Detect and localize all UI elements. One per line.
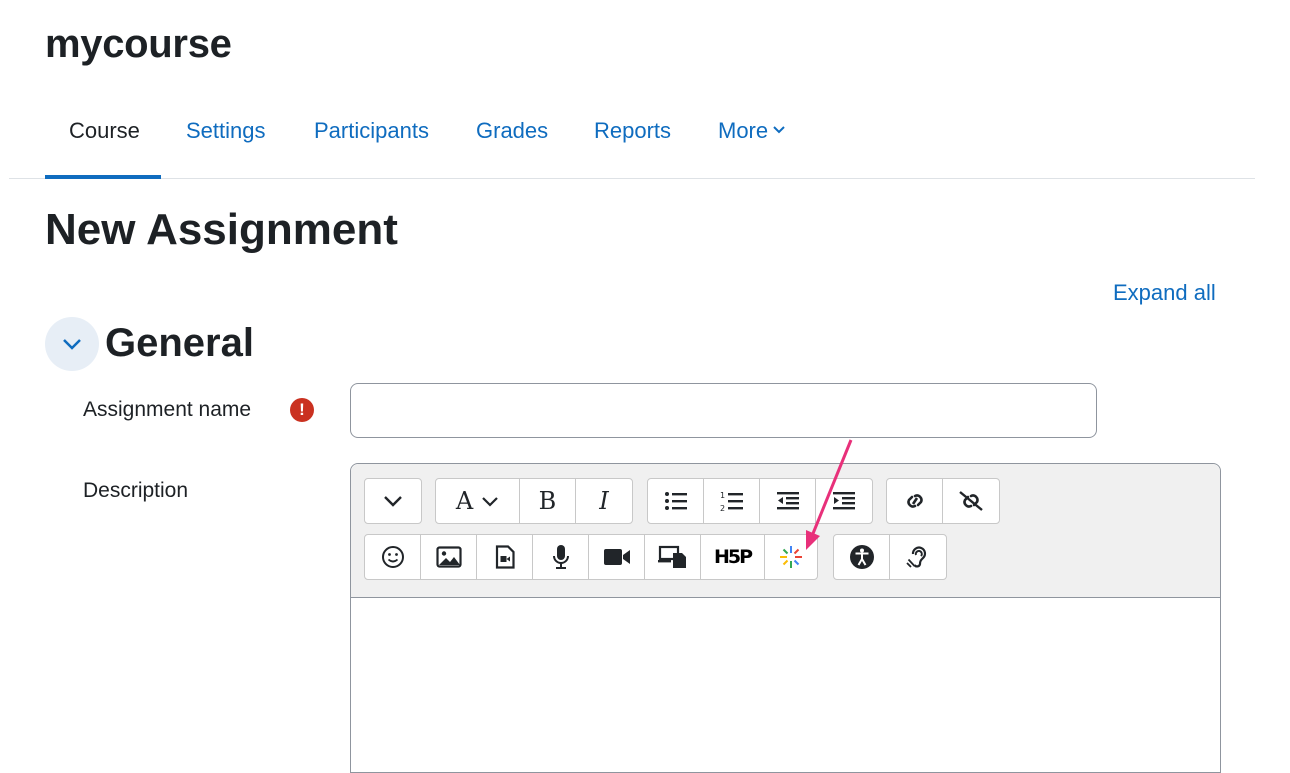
manage-files-icon [657, 545, 686, 568]
unordered-list-icon [664, 492, 687, 510]
editor-toolbar: A B I 12 H5P [351, 464, 1220, 598]
manage-files-button[interactable] [645, 535, 701, 579]
course-title: mycourse [45, 22, 232, 66]
toolbar-group-accessibility [833, 534, 947, 580]
h5p-button[interactable]: H5P [701, 535, 765, 579]
toolbar-group-style: A B I [435, 478, 633, 524]
accessibility-checker-icon [849, 545, 874, 569]
record-audio-icon [552, 545, 569, 569]
chevron-down-icon [773, 126, 785, 134]
toolbar-group-insert: H5P [364, 534, 818, 580]
outdent-icon [776, 492, 799, 510]
screen-reader-helper-icon [906, 546, 927, 568]
bold-icon: B [538, 487, 557, 515]
unlink-icon [959, 491, 983, 511]
description-editor[interactable]: A B I 12 H5P [350, 463, 1221, 773]
font-style-icon: A [455, 487, 474, 515]
unordered-list-button[interactable] [648, 479, 704, 523]
toolbar-group-collapse [364, 478, 422, 524]
section-collapse-button[interactable] [45, 317, 99, 371]
active-tab-indicator [45, 175, 161, 179]
page-title: New Assignment [45, 205, 398, 254]
ordered-list-button[interactable]: 12 [704, 479, 760, 523]
indent-icon [833, 492, 855, 510]
tab-settings[interactable]: Settings [186, 118, 266, 144]
image-icon [435, 546, 462, 568]
tab-course[interactable]: Course [69, 118, 140, 144]
svg-text:1: 1 [720, 491, 725, 500]
assignment-name-input[interactable] [350, 383, 1097, 438]
tab-reports[interactable]: Reports [594, 118, 671, 144]
kaltura-embed-icon [780, 546, 802, 568]
link-icon [906, 494, 923, 508]
tab-more-label: More [718, 118, 769, 143]
screen-reader-helper-button[interactable] [890, 535, 946, 579]
chevron-down-icon [63, 339, 81, 350]
record-video-icon [603, 549, 630, 565]
media-button[interactable] [477, 535, 533, 579]
record-audio-button[interactable] [533, 535, 589, 579]
assignment-name-label: Assignment name [83, 398, 252, 421]
outdent-button[interactable] [760, 479, 816, 523]
chevron-down-icon [384, 496, 402, 507]
ordered-list-icon: 12 [720, 491, 743, 512]
toolbar-group-lists: 12 [647, 478, 873, 524]
media-file-icon [495, 545, 515, 569]
emoji-button[interactable] [365, 535, 421, 579]
tab-more[interactable]: More [718, 118, 786, 144]
kaltura-embed-button[interactable] [765, 535, 817, 579]
course-navigation: Course Settings Participants Grades Repo… [9, 104, 1255, 179]
description-label: Description [83, 479, 189, 502]
image-button[interactable] [421, 535, 477, 579]
font-style-button[interactable]: A [436, 479, 520, 523]
section-title: General [105, 321, 254, 365]
chevron-down-icon [482, 496, 498, 507]
svg-text:2: 2 [720, 504, 725, 512]
toolbar-group-links [886, 478, 1000, 524]
collapse-toolbar-button[interactable] [365, 479, 421, 523]
bold-button[interactable]: B [520, 479, 576, 523]
tab-participants[interactable]: Participants [314, 118, 429, 144]
link-button[interactable] [887, 479, 943, 523]
tab-grades[interactable]: Grades [476, 118, 548, 144]
record-video-button[interactable] [589, 535, 645, 579]
italic-button[interactable]: I [576, 479, 632, 523]
emoji-icon [381, 546, 404, 568]
accessibility-checker-button[interactable] [834, 535, 890, 579]
h5p-icon: H5P [713, 546, 753, 568]
indent-button[interactable] [816, 479, 872, 523]
unlink-button[interactable] [943, 479, 999, 523]
expand-all-link[interactable]: Expand all [1113, 280, 1216, 306]
required-icon: ! [290, 398, 314, 422]
italic-icon: I [599, 487, 609, 515]
